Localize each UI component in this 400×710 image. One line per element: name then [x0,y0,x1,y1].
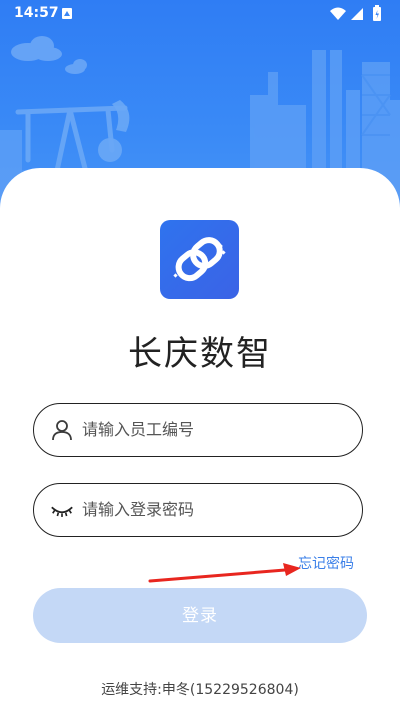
support-contact-text: 运维支持:申冬(15229526804) [101,682,299,698]
password-field[interactable] [33,483,363,537]
app-logo [160,220,239,299]
closed-eye-icon[interactable] [50,498,74,522]
battery-icon [373,5,381,21]
employee-id-input[interactable] [82,404,352,455]
login-button[interactable]: 登录 [33,588,367,643]
annotation-arrow [148,563,301,583]
app-title: 长庆数智 [128,334,272,374]
status-time: 14:57 [14,5,59,21]
wifi-icon [330,7,346,20]
user-icon [52,420,72,441]
status-bar: 14:57 [0,0,400,28]
status-icons [330,5,381,21]
cellular-signal-icon [351,8,363,20]
password-input[interactable] [82,484,352,535]
chain-link-icon [173,237,226,282]
employee-id-field[interactable] [33,403,363,457]
forgot-password-link[interactable]: 忘记密码 [298,553,354,573]
notification-icon [62,8,72,19]
